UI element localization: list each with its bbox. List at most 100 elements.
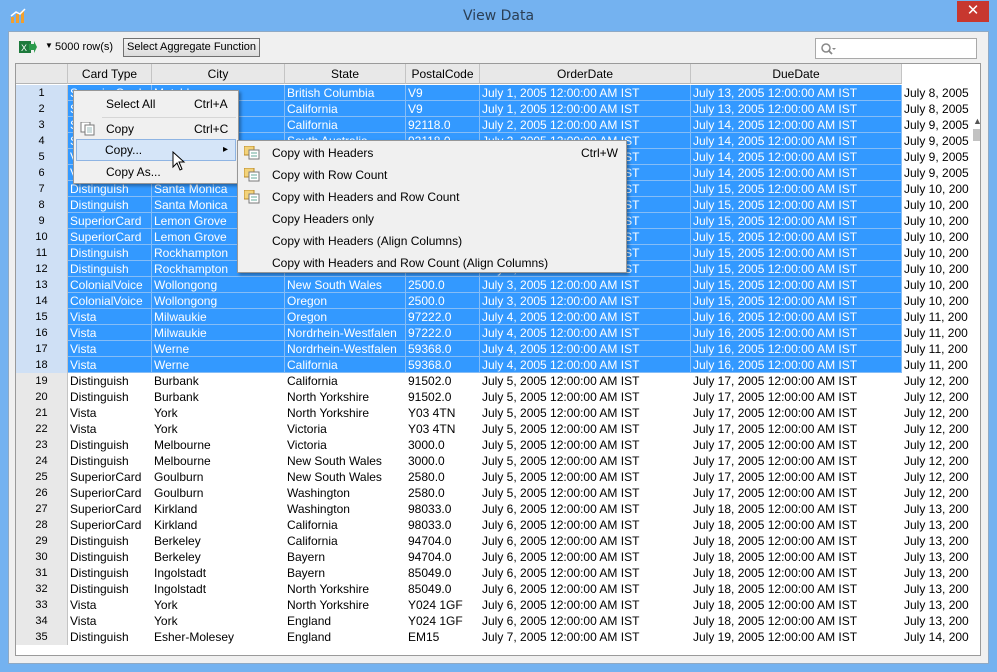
submenu-item[interactable]: Copy with Headers Ctrl+W bbox=[240, 142, 624, 164]
table-cell[interactable]: SuperiorCard bbox=[68, 485, 152, 501]
table-cell[interactable]: July 2, 2005 12:00:00 AM IST bbox=[480, 117, 691, 133]
table-cell[interactable]: 85049.0 bbox=[406, 565, 480, 581]
table-cell[interactable]: July 14, 2005 12:00:00 AM IST bbox=[691, 133, 902, 149]
table-cell[interactable]: July 13, 200 bbox=[902, 613, 980, 629]
excel-export-icon[interactable]: X bbox=[19, 39, 37, 55]
table-cell[interactable]: July 10, 200 bbox=[902, 245, 980, 261]
table-cell[interactable]: July 10, 200 bbox=[902, 213, 980, 229]
row-number[interactable]: 11 bbox=[16, 245, 68, 261]
table-cell[interactable]: Burbank bbox=[152, 389, 285, 405]
table-cell[interactable]: July 16, 2005 12:00:00 AM IST bbox=[691, 309, 902, 325]
table-cell[interactable]: Nordrhein-Westfalen bbox=[285, 341, 406, 357]
row-number[interactable]: 2 bbox=[16, 101, 68, 117]
aggregate-function-button[interactable]: Select Aggregate Function bbox=[123, 38, 260, 57]
table-cell[interactable]: Distinguish bbox=[68, 389, 152, 405]
table-cell[interactable]: California bbox=[285, 117, 406, 133]
table-row[interactable]: 16 Vista Milwaukie Nordrhein-Westfalen 97222… bbox=[16, 325, 980, 341]
vertical-scrollbar[interactable]: ▲ ▼ bbox=[971, 116, 980, 655]
table-cell[interactable]: July 5, 2005 12:00:00 AM IST bbox=[480, 453, 691, 469]
table-cell[interactable]: Berkeley bbox=[152, 533, 285, 549]
table-cell[interactable]: July 10, 200 bbox=[902, 261, 980, 277]
row-number[interactable]: 10 bbox=[16, 229, 68, 245]
table-cell[interactable]: July 5, 2005 12:00:00 AM IST bbox=[480, 485, 691, 501]
row-number[interactable]: 9 bbox=[16, 213, 68, 229]
table-cell[interactable]: York bbox=[152, 405, 285, 421]
table-cell[interactable]: Burbank bbox=[152, 373, 285, 389]
table-cell[interactable]: July 6, 2005 12:00:00 AM IST bbox=[480, 581, 691, 597]
table-cell[interactable]: SuperiorCard bbox=[68, 213, 152, 229]
column-header[interactable]: Card Type bbox=[68, 64, 152, 84]
table-row[interactable]: 13 ColonialVoice Wollongong New South Wales… bbox=[16, 277, 980, 293]
table-cell[interactable]: Distinguish bbox=[68, 533, 152, 549]
table-cell[interactable]: July 12, 200 bbox=[902, 485, 980, 501]
table-cell[interactable]: Berkeley bbox=[152, 549, 285, 565]
table-cell[interactable]: July 5, 2005 12:00:00 AM IST bbox=[480, 437, 691, 453]
table-cell[interactable]: California bbox=[285, 357, 406, 373]
table-row[interactable]: 20 Distinguish Burbank North Yorkshire 91502… bbox=[16, 389, 980, 405]
table-cell[interactable]: California bbox=[285, 517, 406, 533]
table-cell[interactable]: July 18, 2005 12:00:00 AM IST bbox=[691, 613, 902, 629]
table-cell[interactable]: 2500.0 bbox=[406, 277, 480, 293]
table-cell[interactable]: Ingolstadt bbox=[152, 565, 285, 581]
row-number[interactable]: 35 bbox=[16, 629, 68, 645]
table-cell[interactable]: July 14, 200 bbox=[902, 629, 980, 645]
table-cell[interactable]: North Yorkshire bbox=[285, 581, 406, 597]
table-cell[interactable]: July 17, 2005 12:00:00 AM IST bbox=[691, 453, 902, 469]
table-cell[interactable]: July 18, 2005 12:00:00 AM IST bbox=[691, 533, 902, 549]
table-cell[interactable]: 59368.0 bbox=[406, 341, 480, 357]
table-cell[interactable]: July 9, 2005 bbox=[902, 133, 980, 149]
table-cell[interactable]: July 15, 2005 12:00:00 AM IST bbox=[691, 181, 902, 197]
table-cell[interactable]: York bbox=[152, 597, 285, 613]
row-number[interactable]: 13 bbox=[16, 277, 68, 293]
table-cell[interactable]: Bayern bbox=[285, 549, 406, 565]
row-number[interactable]: 24 bbox=[16, 453, 68, 469]
table-cell[interactable]: July 10, 200 bbox=[902, 229, 980, 245]
table-cell[interactable]: Distinguish bbox=[68, 261, 152, 277]
table-cell[interactable]: July 17, 2005 12:00:00 AM IST bbox=[691, 469, 902, 485]
table-cell[interactable]: Y024 1GF bbox=[406, 597, 480, 613]
table-row[interactable]: 14 ColonialVoice Wollongong Oregon 2500.0 Jul… bbox=[16, 293, 980, 309]
table-cell[interactable]: Wollongong bbox=[152, 293, 285, 309]
row-number[interactable]: 5 bbox=[16, 149, 68, 165]
table-cell[interactable]: Distinguish bbox=[68, 629, 152, 645]
table-cell[interactable]: 3000.0 bbox=[406, 453, 480, 469]
table-cell[interactable]: July 13, 200 bbox=[902, 549, 980, 565]
table-cell[interactable]: North Yorkshire bbox=[285, 389, 406, 405]
row-number[interactable]: 28 bbox=[16, 517, 68, 533]
menu-item-copy-submenu[interactable]: Copy... ▸ bbox=[76, 139, 236, 161]
table-cell[interactable]: 2580.0 bbox=[406, 469, 480, 485]
table-cell[interactable]: Melbourne bbox=[152, 437, 285, 453]
table-cell[interactable]: Oregon bbox=[285, 309, 406, 325]
table-cell[interactable]: Melbourne bbox=[152, 453, 285, 469]
column-header[interactable]: DueDate bbox=[691, 64, 902, 84]
table-cell[interactable]: Y03 4TN bbox=[406, 405, 480, 421]
table-cell[interactable]: July 18, 2005 12:00:00 AM IST bbox=[691, 597, 902, 613]
vertical-scroll-thumb[interactable] bbox=[973, 129, 980, 141]
row-number[interactable]: 18 bbox=[16, 357, 68, 373]
table-cell[interactable]: July 9, 2005 bbox=[902, 165, 980, 181]
table-cell[interactable]: July 15, 2005 12:00:00 AM IST bbox=[691, 213, 902, 229]
table-cell[interactable]: July 13, 200 bbox=[902, 533, 980, 549]
table-cell[interactable]: Goulburn bbox=[152, 485, 285, 501]
table-cell[interactable]: July 15, 2005 12:00:00 AM IST bbox=[691, 197, 902, 213]
table-row[interactable]: 24 Distinguish Melbourne New South Wales 300… bbox=[16, 453, 980, 469]
table-cell[interactable]: 94704.0 bbox=[406, 549, 480, 565]
table-cell[interactable]: July 4, 2005 12:00:00 AM IST bbox=[480, 325, 691, 341]
table-cell[interactable]: Vista bbox=[68, 613, 152, 629]
table-cell[interactable]: July 17, 2005 12:00:00 AM IST bbox=[691, 389, 902, 405]
table-cell[interactable]: York bbox=[152, 421, 285, 437]
table-cell[interactable]: Distinguish bbox=[68, 197, 152, 213]
title-bar[interactable]: View Data ✕ bbox=[0, 0, 997, 32]
table-cell[interactable]: Wollongong bbox=[152, 277, 285, 293]
table-cell[interactable]: July 13, 200 bbox=[902, 517, 980, 533]
table-cell[interactable]: July 5, 2005 12:00:00 AM IST bbox=[480, 405, 691, 421]
table-cell[interactable]: July 16, 2005 12:00:00 AM IST bbox=[691, 341, 902, 357]
table-cell[interactable]: July 10, 200 bbox=[902, 181, 980, 197]
table-cell[interactable]: Y024 1GF bbox=[406, 613, 480, 629]
table-cell[interactable]: Distinguish bbox=[68, 581, 152, 597]
table-cell[interactable]: July 17, 2005 12:00:00 AM IST bbox=[691, 373, 902, 389]
table-cell[interactable]: EM15 bbox=[406, 629, 480, 645]
table-cell[interactable]: July 5, 2005 12:00:00 AM IST bbox=[480, 373, 691, 389]
table-cell[interactable]: July 8, 2005 bbox=[902, 85, 980, 101]
table-cell[interactable]: July 18, 2005 12:00:00 AM IST bbox=[691, 549, 902, 565]
